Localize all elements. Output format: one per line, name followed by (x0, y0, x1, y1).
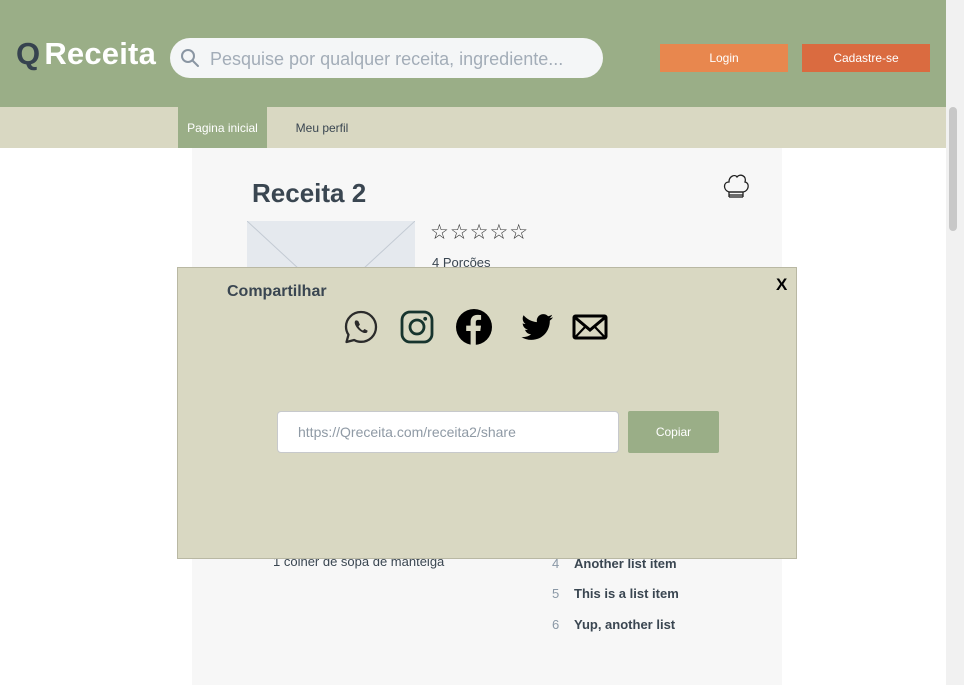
scrollbar-thumb[interactable] (949, 107, 957, 231)
copy-button[interactable]: Copiar (628, 411, 719, 453)
instagram-icon[interactable] (398, 308, 436, 346)
step-text: This is a list item (574, 586, 679, 601)
step-number: 5 (552, 586, 560, 601)
tab-meu-perfil[interactable]: Meu perfil (284, 107, 360, 148)
email-icon[interactable] (571, 308, 609, 346)
nav-bar: Pagina inicial Meu perfil (0, 107, 946, 148)
chef-hat-icon[interactable] (720, 170, 752, 202)
share-url-field[interactable] (277, 411, 619, 453)
step-number: 6 (552, 617, 560, 632)
step-text: Yup, another list (574, 617, 676, 632)
search-icon (181, 49, 199, 67)
search-bar[interactable] (170, 38, 603, 80)
recipe-title: Receita 2 (252, 178, 367, 208)
rating-stars[interactable]: ☆☆☆☆☆ (430, 220, 529, 244)
recipe-image-placeholder (247, 221, 415, 269)
step-item: 6 Yup, another list (552, 617, 675, 632)
scrollbar-track[interactable] (946, 0, 964, 685)
login-button[interactable]: Login (660, 44, 788, 72)
top-header: QReceita Login Cadastre-se (0, 0, 946, 107)
tab-pagina-inicial[interactable]: Pagina inicial (178, 107, 267, 148)
whatsapp-icon[interactable] (342, 308, 380, 346)
logo-q: Q (16, 36, 41, 71)
logo-text: Receita (44, 36, 157, 71)
facebook-icon[interactable] (455, 308, 493, 346)
logo[interactable]: Q Receita (16, 36, 156, 72)
twitter-icon[interactable] (518, 308, 556, 346)
close-button[interactable]: X (776, 275, 787, 295)
modal-title: Compartilhar (227, 283, 327, 300)
share-modal: Compartilhar X Copiar (177, 267, 797, 559)
search-input[interactable] (208, 38, 592, 80)
signup-button[interactable]: Cadastre-se (802, 44, 930, 72)
step-item: 5 This is a list item (552, 586, 679, 601)
